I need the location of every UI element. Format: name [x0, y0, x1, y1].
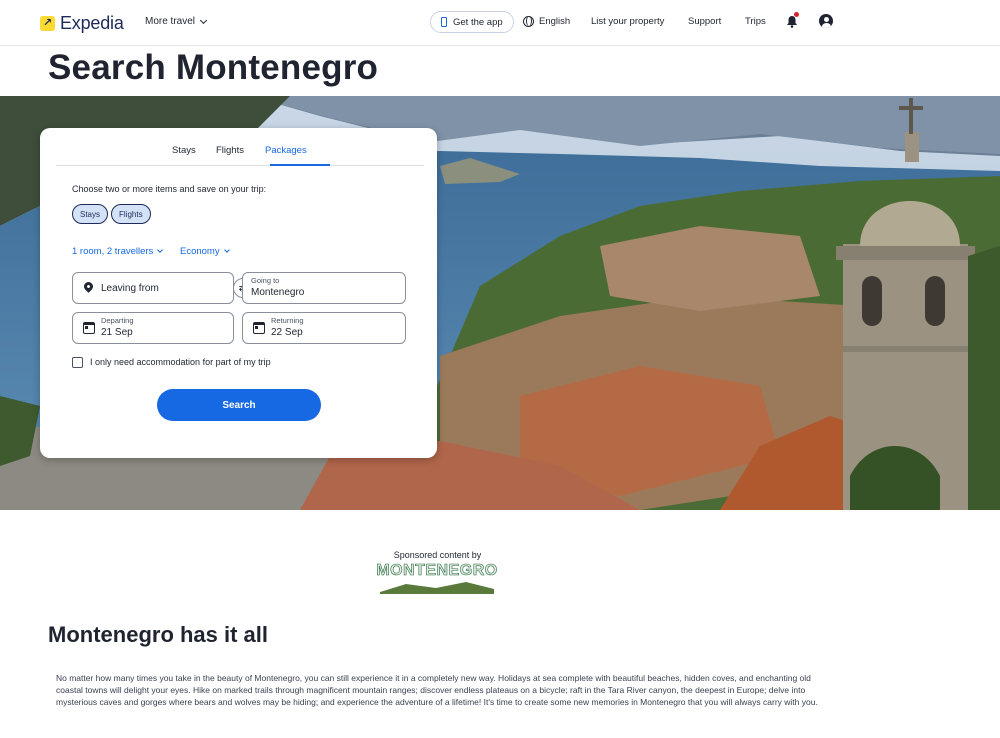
search-button[interactable]: Search	[157, 389, 321, 421]
stays-pill[interactable]: Stays	[72, 204, 109, 224]
cabin-class-label: Economy	[180, 246, 220, 257]
section-body: No matter how many times you take in the…	[56, 673, 818, 707]
accommodation-checkbox[interactable]	[72, 357, 83, 368]
tab-flights[interactable]: Flights	[216, 145, 244, 156]
flights-pill[interactable]: Flights	[111, 204, 151, 224]
departing-label: Departing	[101, 316, 134, 325]
phone-icon	[441, 17, 447, 27]
going-to-value: Montenegro	[251, 287, 305, 298]
montenegro-sponsor-logo[interactable]: MONTENEGRO	[376, 562, 498, 596]
chevron-down-icon	[157, 247, 164, 253]
location-pin-icon	[82, 280, 95, 293]
calendar-icon	[253, 322, 265, 334]
going-to-label: Going to	[251, 276, 280, 285]
language-selector[interactable]: English	[523, 16, 570, 27]
travellers-dropdown[interactable]: 1 room, 2 travellers	[72, 246, 164, 257]
departing-date-field[interactable]: Departing 21 Sep	[72, 312, 234, 344]
notification-dot	[794, 12, 799, 17]
logo-text: Expedia	[60, 13, 124, 33]
cabin-class-dropdown[interactable]: Economy	[180, 246, 230, 257]
expedia-arrow-icon: ↗	[40, 16, 55, 31]
returning-label: Returning	[271, 316, 304, 325]
active-tab-indicator	[270, 164, 330, 166]
section-title: Montenegro has it all	[48, 622, 269, 647]
page-title: Search Montenegro	[48, 48, 379, 87]
sponsor-logo-text: MONTENEGRO	[376, 562, 498, 580]
account-icon[interactable]	[819, 14, 833, 28]
returning-date-field[interactable]: Returning 22 Sep	[242, 312, 406, 344]
tab-stays[interactable]: Stays	[172, 145, 196, 156]
chevron-down-icon	[223, 247, 230, 253]
calendar-icon	[83, 322, 95, 334]
departing-value: 21 Sep	[101, 327, 133, 338]
chevron-down-icon	[199, 16, 208, 24]
language-label: English	[539, 16, 571, 27]
list-property-link[interactable]: List your property	[591, 16, 664, 27]
get-the-app-button[interactable]: Get the app	[430, 11, 514, 33]
sponsored-label: Sponsored content by	[393, 550, 482, 560]
support-link[interactable]: Support	[688, 16, 721, 27]
search-tabs: Stays Flights Packages	[56, 142, 424, 166]
package-instructions: Choose two or more items and save on you…	[72, 184, 267, 194]
leaving-from-field[interactable]: Leaving from	[72, 272, 234, 304]
globe-icon	[523, 16, 534, 27]
trips-link[interactable]: Trips	[745, 16, 766, 27]
travellers-label: 1 room, 2 travellers	[72, 246, 154, 257]
get-app-label: Get the app	[453, 16, 503, 28]
more-travel-label: More travel	[145, 16, 196, 27]
more-travel-menu[interactable]: More travel	[145, 16, 208, 27]
going-to-field[interactable]: Going to Montenegro	[242, 272, 406, 304]
tab-packages[interactable]: Packages	[265, 145, 307, 156]
returning-value: 22 Sep	[271, 327, 303, 338]
accommodation-checkbox-label[interactable]: I only need accommodation for part of my…	[90, 357, 271, 367]
leaving-from-placeholder: Leaving from	[101, 283, 159, 294]
top-nav: ↗ Expedia More travel Get the app Englis…	[0, 0, 1000, 46]
expedia-logo[interactable]: ↗ Expedia	[40, 13, 124, 34]
search-form-card: Stays Flights Packages Choose two or mor…	[40, 128, 437, 458]
